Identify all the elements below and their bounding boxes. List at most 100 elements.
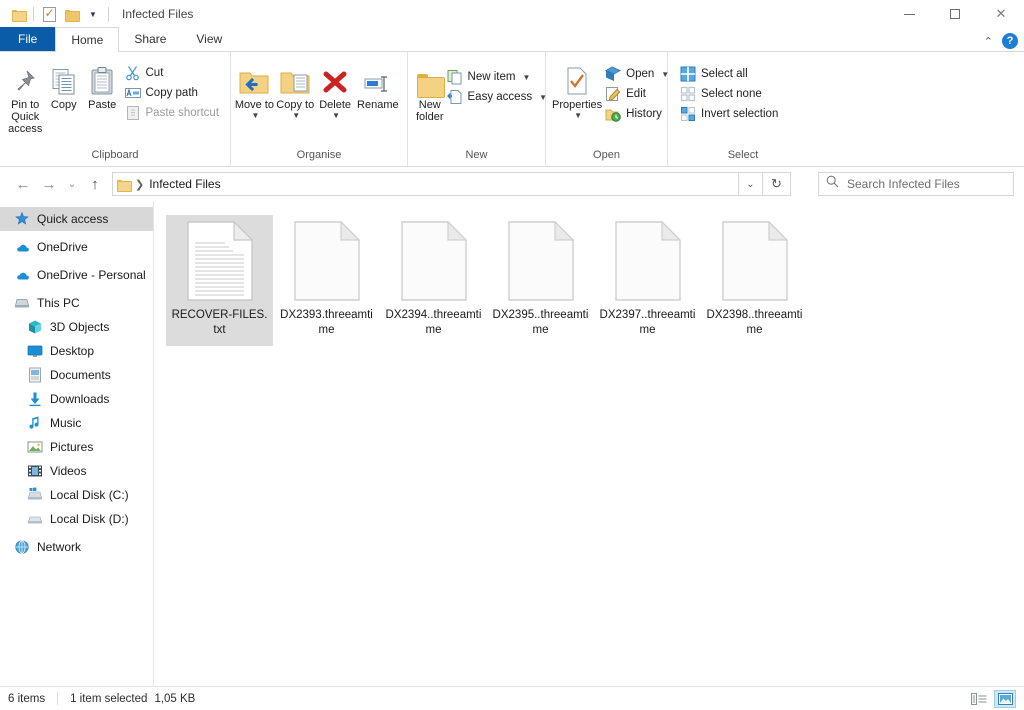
invert-selection-button[interactable]: Invert selection — [677, 104, 783, 124]
paste-shortcut-icon — [125, 105, 141, 121]
divider — [33, 7, 34, 21]
sidebar-item-onedrive-personal[interactable]: OneDrive - Personal — [0, 263, 153, 287]
refresh-icon[interactable]: ↻ — [763, 172, 791, 196]
sidebar-item-videos[interactable]: Videos — [0, 459, 153, 483]
edit-button[interactable]: Edit — [602, 84, 674, 104]
window-controls: ✕ — [886, 0, 1024, 28]
chevron-down-icon[interactable]: ▼ — [292, 111, 300, 120]
file-item[interactable]: DX2398..threeamtime — [701, 215, 808, 346]
properties-check-icon[interactable] — [38, 3, 60, 25]
minimize-icon[interactable] — [886, 0, 932, 28]
sidebar-item-music[interactable]: Music — [0, 411, 153, 435]
chevron-down-icon[interactable]: ▼ — [251, 111, 259, 120]
easy-access-button[interactable]: Easy access ▼ — [444, 87, 552, 107]
copy-button[interactable]: Copy — [45, 57, 84, 111]
address-input[interactable]: ❯ Infected Files — [112, 172, 739, 196]
rename-button[interactable]: Rename — [355, 57, 401, 111]
chevron-up-icon[interactable]: ⌃ — [984, 35, 993, 48]
pin-to-quick-access-button[interactable]: Pin to Quick access — [6, 57, 45, 135]
search-box[interactable]: Search Infected Files — [818, 172, 1014, 196]
file-item[interactable]: DX2397..threeamtime — [594, 215, 701, 346]
sidebar-item-label: Videos — [50, 464, 87, 478]
sidebar-item-network[interactable]: Network — [0, 535, 153, 559]
videos-icon — [27, 463, 43, 479]
properties-button[interactable]: Properties ▼ — [552, 57, 602, 120]
new-item-button[interactable]: New item ▼ — [444, 67, 552, 87]
status-bar: 6 items 1 item selected 1,05 KB — [0, 686, 1024, 710]
history-button[interactable]: History — [602, 104, 674, 124]
clipboard-small-commands: Cut Copy path Paste shortcut — [122, 57, 225, 123]
scissors-icon — [125, 65, 141, 81]
sidebar-item-quick-access[interactable]: Quick access — [0, 207, 153, 231]
back-arrow-icon[interactable]: ← — [10, 171, 36, 197]
blank-document-icon — [614, 220, 681, 301]
chevron-down-icon[interactable]: ▼ — [332, 111, 340, 120]
sidebar-item-documents[interactable]: Documents — [0, 363, 153, 387]
sidebar-item-downloads[interactable]: Downloads — [0, 387, 153, 411]
copy-path-button[interactable]: Copy path — [122, 83, 225, 103]
folder-icon[interactable] — [7, 3, 29, 25]
file-list-view[interactable]: RECOVER-FILES.txt DX2393.threeamtime DX2… — [154, 201, 1024, 686]
paste-shortcut-label: Paste shortcut — [145, 107, 220, 119]
sidebar-item-desktop[interactable]: Desktop — [0, 339, 153, 363]
item-count-label: 6 items — [8, 692, 46, 705]
paste-button[interactable]: Paste — [83, 57, 122, 111]
select-all-button[interactable]: Select all — [677, 64, 783, 84]
new-folder-label: New folder — [416, 99, 444, 123]
copy-to-button[interactable]: Copy to ▼ — [275, 57, 316, 120]
new-folder-icon — [416, 62, 445, 98]
sidebar-item-label: Desktop — [50, 344, 95, 358]
tab-file[interactable]: File — [0, 27, 56, 51]
address-dropdown-icon[interactable]: ⌄ — [739, 172, 763, 196]
details-view-button[interactable] — [968, 690, 990, 708]
file-item[interactable]: DX2394..threeamtime — [380, 215, 487, 346]
sidebar-item-this-pc[interactable]: This PC — [0, 291, 153, 315]
tab-share[interactable]: Share — [119, 27, 181, 51]
paste-shortcut-button[interactable]: Paste shortcut — [122, 103, 225, 123]
file-name-label: DX2394..threeamtime — [385, 309, 482, 336]
chevron-down-icon[interactable]: ▼ — [522, 73, 530, 82]
recent-locations-icon[interactable]: ⌄ — [62, 171, 82, 197]
delete-label: Delete — [319, 99, 352, 111]
chevron-down-icon[interactable]: ▼ — [574, 111, 582, 120]
search-placeholder: Search Infected Files — [847, 177, 960, 191]
move-to-button[interactable]: Move to ▼ — [234, 57, 275, 120]
copy-icon — [50, 62, 78, 96]
copy-to-label: Copy to — [276, 99, 315, 111]
easy-access-label: Easy access — [467, 91, 533, 103]
file-item[interactable]: RECOVER-FILES.txt — [166, 215, 273, 346]
text-document-icon — [186, 220, 253, 301]
sidebar-item-local-disk-c[interactable]: Local Disk (C:) — [0, 483, 153, 507]
new-item-label: New item — [467, 71, 516, 83]
paste-icon — [90, 62, 114, 96]
new-folder-button[interactable]: New folder — [416, 57, 445, 123]
search-icon — [826, 175, 839, 193]
breadcrumb-current: Infected Files — [149, 177, 221, 191]
close-icon[interactable]: ✕ — [978, 0, 1024, 28]
sidebar-item-local-disk-d[interactable]: Local Disk (D:) — [0, 507, 153, 531]
cut-button[interactable]: Cut — [122, 63, 225, 83]
large-icons-view-button[interactable] — [994, 689, 1016, 708]
divider — [57, 692, 59, 705]
tab-view[interactable]: View — [181, 27, 237, 51]
sidebar-item-label: Music — [50, 416, 82, 430]
help-icon[interactable]: ? — [1002, 33, 1018, 49]
delete-button[interactable]: Delete ▼ — [316, 57, 355, 120]
folder-icon[interactable] — [60, 3, 82, 25]
select-none-button[interactable]: Select none — [677, 84, 783, 104]
file-item[interactable]: DX2395..threeamtime — [487, 215, 594, 346]
tab-row-actions: ⌃ ? — [984, 33, 1018, 49]
chevron-down-icon[interactable]: ▼ — [82, 3, 104, 25]
maximize-icon[interactable] — [932, 0, 978, 28]
sidebar-item-3d-objects[interactable]: 3D Objects — [0, 315, 153, 339]
open-button[interactable]: Open ▼ — [602, 64, 674, 84]
documents-icon — [27, 367, 43, 383]
file-item[interactable]: DX2393.threeamtime — [273, 215, 380, 346]
up-arrow-icon[interactable]: ↑ — [82, 171, 108, 197]
ribbon-group-new: New folder New item ▼ Easy access ▼ New — [408, 52, 547, 166]
tab-home[interactable]: Home — [55, 27, 120, 52]
sidebar-item-pictures[interactable]: Pictures — [0, 435, 153, 459]
sidebar-item-onedrive[interactable]: OneDrive — [0, 235, 153, 259]
properties-icon — [564, 62, 590, 96]
forward-arrow-icon[interactable]: → — [36, 171, 62, 197]
